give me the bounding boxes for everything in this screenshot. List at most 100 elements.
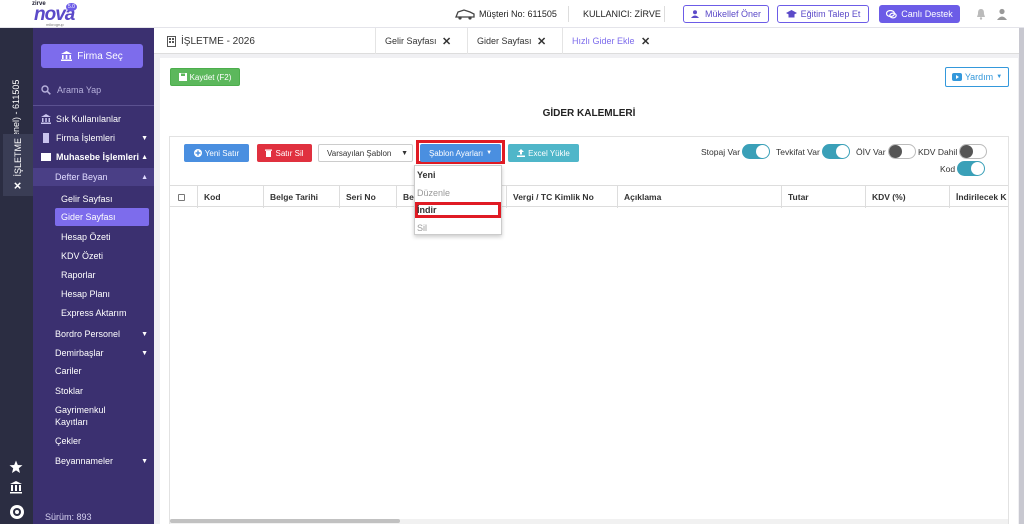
sidebar-item-fixed-assets[interactable]: Demirbaşlar ▼ bbox=[33, 344, 154, 362]
star-icon[interactable] bbox=[9, 460, 23, 474]
close-icon[interactable]: ✕ bbox=[537, 35, 546, 48]
caret-down-icon: ▼ bbox=[141, 134, 148, 142]
sidebar-item-vat-summary[interactable]: KDV Özeti bbox=[33, 247, 154, 265]
nova-logo[interactable]: zirve nova 5.0 mikrogrup bbox=[32, 1, 78, 27]
sidebar-item-ledger[interactable]: Defter Beyan ▲ bbox=[33, 168, 154, 186]
template-settings-menu: Yeni Düzenle İndir Sil bbox=[414, 165, 502, 235]
menu-item-delete[interactable]: Sil bbox=[417, 221, 427, 235]
new-row-button[interactable]: Yeni Satır bbox=[184, 144, 249, 162]
sidebar-item-stocks[interactable]: Stoklar bbox=[33, 382, 154, 400]
toggle-switch[interactable] bbox=[821, 144, 850, 159]
bell-icon[interactable] bbox=[975, 8, 987, 20]
search-placeholder: Arama Yap bbox=[57, 85, 102, 95]
user-plus-icon bbox=[690, 10, 699, 18]
column-header-label: Açıklama bbox=[624, 192, 662, 202]
sidebar-item-declarations[interactable]: Beyannameler ▼ bbox=[33, 452, 154, 470]
toggle-kod[interactable]: Kod bbox=[940, 161, 986, 176]
sidebar-item-payroll[interactable]: Bordro Personel ▼ bbox=[33, 325, 154, 343]
sidebar-item-label: Hesap Özeti bbox=[61, 232, 111, 242]
building-icon bbox=[167, 36, 176, 47]
floppy-icon bbox=[178, 73, 187, 81]
menu-item-edit[interactable]: Düzenle bbox=[417, 186, 450, 200]
close-icon[interactable]: ✕ bbox=[641, 35, 650, 48]
training-request-button[interactable]: Eğitim Talep Et bbox=[777, 5, 869, 23]
column-header-indirilecek[interactable]: İndirilecek K bbox=[950, 186, 1008, 208]
user-icon[interactable] bbox=[996, 8, 1008, 20]
select-all-cell bbox=[170, 186, 198, 208]
logo-sub-text: mikrogrup bbox=[46, 22, 64, 27]
sidebar-item-label: Raporlar bbox=[61, 270, 96, 280]
toggle-tevkifat[interactable]: Tevkifat Var bbox=[776, 144, 850, 159]
sidebar-item-label: Express Aktarım bbox=[61, 308, 127, 318]
sidebar-item-accounting[interactable]: Muhasebe İşlemleri ▲ bbox=[33, 148, 154, 166]
menu-item-label: Düzenle bbox=[417, 188, 451, 198]
settings-badge-icon[interactable] bbox=[9, 504, 25, 520]
left-strip: (Genel) - 611505 ✕ İŞLETME bbox=[0, 28, 33, 524]
recommend-taxpayer-button[interactable]: Mükellef Öner bbox=[683, 5, 769, 23]
sidebar-item-label: Bordro Personel bbox=[55, 329, 121, 339]
menu-item-new[interactable]: Yeni bbox=[417, 168, 436, 182]
sidebar-item-checks[interactable]: Çekler bbox=[33, 432, 154, 450]
horizontal-scrollbar[interactable] bbox=[170, 519, 1008, 524]
tab-expense-page[interactable]: Gider Sayfası ✕ bbox=[467, 28, 562, 54]
sidebar-item-accounts[interactable]: Cariler bbox=[33, 362, 154, 380]
search-icon bbox=[41, 85, 51, 95]
toggle-label: KDV Dahil bbox=[918, 146, 958, 157]
column-header-vergi-no[interactable]: Vergi / TC Kimlik No bbox=[507, 186, 618, 208]
toggle-switch[interactable] bbox=[742, 144, 771, 159]
tab-quick-expense-add[interactable]: Hızlı Gider Ekle ✕ bbox=[562, 28, 658, 54]
select-all-checkbox[interactable] bbox=[178, 193, 185, 201]
tab-income-page[interactable]: Gelir Sayfası ✕ bbox=[375, 28, 467, 54]
delete-row-button[interactable]: Satır Sil bbox=[257, 144, 312, 162]
sidebar-item-real-estate-line2[interactable]: Kayıtları bbox=[33, 413, 154, 431]
sidebar: Firma Seç Arama Yap Sık Kullanılanlar Fi… bbox=[33, 28, 154, 524]
module-tab-text: İŞLETME bbox=[13, 138, 23, 177]
column-header-label: KDV (%) bbox=[872, 192, 906, 202]
column-header-tutar[interactable]: Tutar bbox=[782, 186, 866, 208]
sidebar-search[interactable]: Arama Yap bbox=[41, 82, 143, 98]
sidebar-item-expense-page[interactable]: Gider Sayfası bbox=[55, 208, 149, 226]
column-header-seri-no[interactable]: Seri No bbox=[340, 186, 397, 208]
sidebar-item-label: Defter Beyan bbox=[55, 172, 108, 182]
help-button[interactable]: Yardım ▼ bbox=[945, 67, 1009, 87]
chat-icon bbox=[886, 9, 898, 19]
toggle-switch[interactable] bbox=[957, 161, 986, 176]
column-header-kod[interactable]: Kod bbox=[198, 186, 264, 208]
toggle-stopaj[interactable]: Stopaj Var bbox=[701, 144, 771, 159]
menu-item-download[interactable]: İndir bbox=[417, 203, 437, 217]
template-select[interactable]: Varsayılan Şablon ▼ bbox=[318, 144, 413, 162]
template-settings-button[interactable]: Şablon Ayarları ▼ bbox=[420, 144, 501, 162]
upload-icon bbox=[517, 149, 526, 157]
toggle-kdv-dahil[interactable]: KDV Dahil bbox=[918, 144, 988, 159]
bank-icon[interactable] bbox=[9, 480, 23, 494]
customer-number: Müşteri No: 611505 bbox=[455, 8, 557, 20]
module-tab-isletme[interactable]: ✕ İŞLETME bbox=[3, 134, 33, 196]
sidebar-item-express-transfer[interactable]: Express Aktarım bbox=[33, 304, 154, 322]
excel-upload-button[interactable]: Excel Yükle bbox=[508, 144, 579, 162]
toggle-switch[interactable] bbox=[887, 144, 916, 159]
sidebar-item-income-page[interactable]: Gelir Sayfası bbox=[33, 190, 154, 208]
save-button[interactable]: Kaydet (F2) bbox=[170, 68, 240, 86]
live-support-button[interactable]: Canlı Destek bbox=[879, 5, 960, 23]
column-header-kdv[interactable]: KDV (%) bbox=[866, 186, 950, 208]
scrollbar-thumb[interactable] bbox=[170, 519, 400, 523]
sidebar-item-chart-of-accounts[interactable]: Hesap Planı bbox=[33, 285, 154, 303]
sidebar-item-company-ops[interactable]: Firma İşlemleri ▼ bbox=[33, 129, 154, 147]
sidebar-item-label: Firma İşlemleri bbox=[56, 133, 116, 143]
delete-row-label: Satır Sil bbox=[275, 148, 304, 158]
page-title-text: İŞLETME - 2026 bbox=[181, 36, 255, 47]
sidebar-item-favorites[interactable]: Sık Kullanılanlar bbox=[33, 110, 154, 128]
sidebar-item-reports[interactable]: Raporlar bbox=[33, 266, 154, 284]
column-header-label: Kod bbox=[204, 192, 221, 202]
company-select-button[interactable]: Firma Seç bbox=[41, 44, 143, 68]
caret-down-icon: ▼ bbox=[141, 349, 148, 357]
close-icon[interactable]: ✕ bbox=[12, 179, 23, 190]
close-icon[interactable]: ✕ bbox=[442, 35, 451, 48]
column-header-belge-tarihi[interactable]: Belge Tarihi bbox=[264, 186, 340, 208]
page-scrollbar[interactable] bbox=[1019, 28, 1024, 524]
column-header-aciklama[interactable]: Açıklama bbox=[618, 186, 782, 208]
toggle-oiv[interactable]: ÖİV Var bbox=[856, 144, 916, 159]
toggle-switch[interactable] bbox=[959, 144, 988, 159]
caret-down-icon: ▼ bbox=[996, 74, 1003, 80]
sidebar-item-account-summary[interactable]: Hesap Özeti bbox=[33, 228, 154, 246]
